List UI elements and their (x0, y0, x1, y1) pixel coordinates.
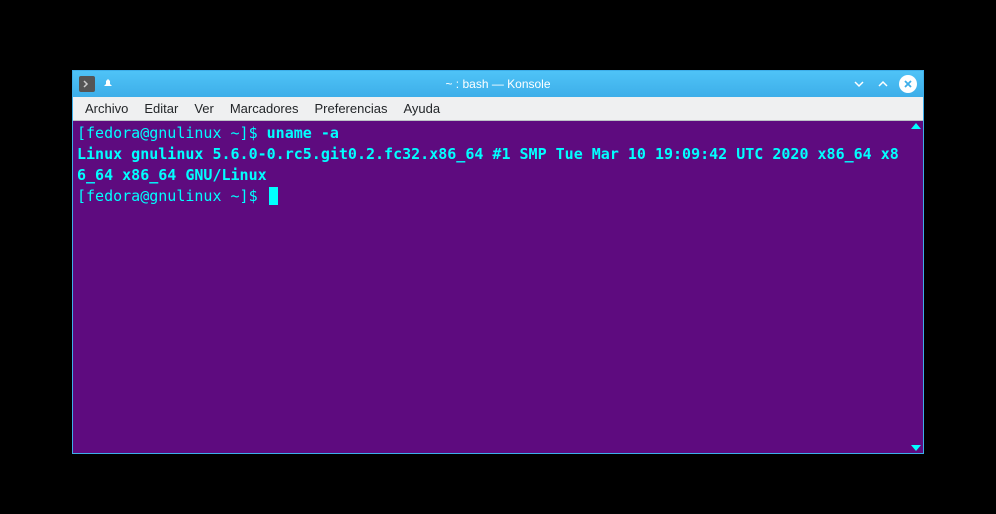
menu-archivo[interactable]: Archivo (77, 98, 136, 119)
terminal-container: [fedora@gnulinux ~]$ uname -a Linux gnul… (73, 121, 923, 453)
terminal-line-1: [fedora@gnulinux ~]$ uname -a (77, 123, 905, 144)
titlebar-controls (851, 75, 917, 93)
app-icon (79, 76, 95, 92)
menu-marcadores[interactable]: Marcadores (222, 98, 307, 119)
konsole-window: ~ : bash — Konsole Archivo Editar Ver Ma… (72, 70, 924, 454)
close-button[interactable] (899, 75, 917, 93)
minimize-button[interactable] (851, 76, 867, 92)
titlebar[interactable]: ~ : bash — Konsole (73, 71, 923, 97)
cursor (269, 187, 278, 205)
menu-ver[interactable]: Ver (186, 98, 222, 119)
terminal[interactable]: [fedora@gnulinux ~]$ uname -a Linux gnul… (73, 121, 909, 453)
scroll-up-icon[interactable] (911, 123, 921, 129)
prompt: [fedora@gnulinux ~]$ (77, 124, 267, 142)
menu-editar[interactable]: Editar (136, 98, 186, 119)
terminal-line-2: [fedora@gnulinux ~]$ (77, 186, 905, 207)
scrollbar[interactable] (909, 121, 923, 453)
pin-icon[interactable] (101, 77, 115, 91)
menubar: Archivo Editar Ver Marcadores Preferenci… (73, 97, 923, 121)
scroll-down-icon[interactable] (911, 445, 921, 451)
menu-ayuda[interactable]: Ayuda (395, 98, 448, 119)
menu-preferencias[interactable]: Preferencias (306, 98, 395, 119)
command: uname -a (267, 124, 339, 142)
terminal-output: Linux gnulinux 5.6.0-0.rc5.git0.2.fc32.x… (77, 144, 905, 186)
titlebar-left (79, 76, 115, 92)
window-title: ~ : bash — Konsole (445, 77, 550, 91)
prompt: [fedora@gnulinux ~]$ (77, 187, 267, 205)
maximize-button[interactable] (875, 76, 891, 92)
